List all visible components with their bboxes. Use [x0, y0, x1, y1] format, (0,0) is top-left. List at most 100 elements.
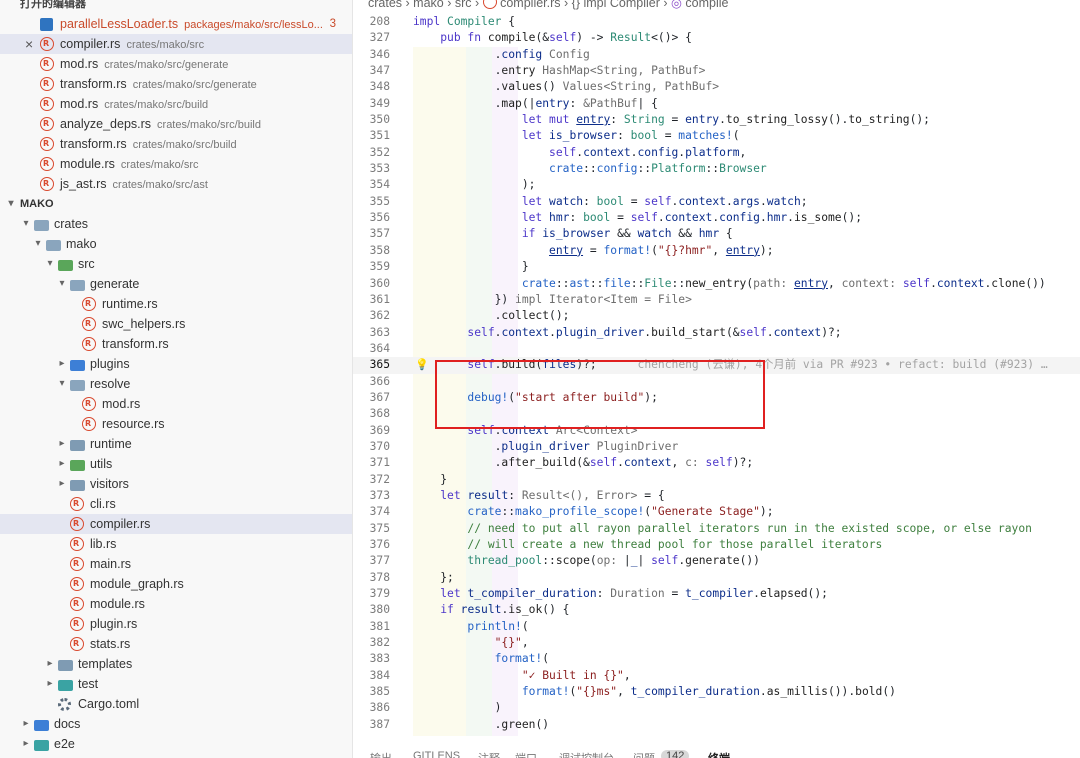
- code-line[interactable]: 376 // will create a new thread pool for…: [353, 537, 1080, 553]
- tree-item-main-rs[interactable]: main.rs: [0, 554, 352, 574]
- open-editor-item[interactable]: × compiler.rs crates/mako/src: [0, 34, 352, 54]
- tree-item-compiler-rs[interactable]: compiler.rs: [0, 514, 352, 534]
- open-editor-item[interactable]: js_ast.rs crates/mako/src/ast: [0, 174, 352, 194]
- tree-item-resolve[interactable]: ▾ resolve: [0, 374, 352, 394]
- breadcrumb-file[interactable]: compiler.rs: [500, 0, 560, 10]
- code-line[interactable]: 346 .config Config: [353, 47, 1080, 63]
- tree-item-plugins[interactable]: ▸ plugins: [0, 354, 352, 374]
- open-editor-item[interactable]: module.rs crates/mako/src: [0, 154, 352, 174]
- breadcrumb-crates[interactable]: crates: [368, 0, 402, 10]
- explorer-section-mako[interactable]: ▾ MAKO: [0, 194, 352, 214]
- breadcrumb[interactable]: crates › mako › src › compiler.rs › {} i…: [368, 0, 728, 10]
- code-line[interactable]: 384 "✓ Built in {}",: [353, 668, 1080, 684]
- code-line[interactable]: 361 }) impl Iterator<Item = File>: [353, 292, 1080, 308]
- tree-item-docs[interactable]: ▸ docs: [0, 714, 352, 734]
- chevron-down-icon[interactable]: ▾: [56, 374, 68, 394]
- code-line[interactable]: 357 if is_browser && watch && hmr {: [353, 226, 1080, 242]
- code-line[interactable]: 348 .values() Values<String, PathBuf>: [353, 79, 1080, 95]
- code-line[interactable]: 352 self.context.config.platform,: [353, 145, 1080, 161]
- code-line[interactable]: 349 .map(|entry: &PathBuf| {: [353, 96, 1080, 112]
- code-line[interactable]: 360 crate::ast::file::File::new_entry(pa…: [353, 276, 1080, 292]
- code-line[interactable]: 380 if result.is_ok() {: [353, 602, 1080, 618]
- panel-tab[interactable]: 终端: [708, 750, 730, 758]
- code-line[interactable]: 373 let result: Result<(), Error> = {: [353, 488, 1080, 504]
- panel-tab[interactable]: 注释: [478, 750, 500, 758]
- chevron-down-icon[interactable]: ▾: [56, 274, 68, 294]
- code-line[interactable]: 358 entry = format!("{}?hmr", entry);: [353, 243, 1080, 259]
- tree-item-e2e[interactable]: ▸ e2e: [0, 734, 352, 754]
- code-line[interactable]: 370 .plugin_driver PluginDriver: [353, 439, 1080, 455]
- code-line[interactable]: 347 .entry HashMap<String, PathBuf>: [353, 63, 1080, 79]
- open-editor-item[interactable]: transform.rs crates/mako/src/build: [0, 134, 352, 154]
- chevron-down-icon[interactable]: ▾: [20, 214, 32, 234]
- code-line[interactable]: 353 crate::config::Platform::Browser: [353, 161, 1080, 177]
- tree-item-mod-rs[interactable]: mod.rs: [0, 394, 352, 414]
- chevron-down-icon[interactable]: ▾: [44, 254, 56, 274]
- close-icon[interactable]: ×: [25, 34, 39, 54]
- tree-item-templates[interactable]: ▸ templates: [0, 654, 352, 674]
- panel-tab[interactable]: 输出: [370, 750, 392, 758]
- sticky-scroll-line[interactable]: 208 impl Compiler {: [353, 14, 1080, 31]
- breadcrumb-impl[interactable]: {} impl Compiler: [572, 0, 660, 10]
- code-line[interactable]: 378 };: [353, 570, 1080, 586]
- code-line[interactable]: 374 crate::mako_profile_scope!("Generate…: [353, 504, 1080, 520]
- tree-item-src[interactable]: ▾ src: [0, 254, 352, 274]
- open-editor-item[interactable]: parallelLessLoader.ts packages/mako/src/l…: [0, 14, 352, 34]
- breadcrumb-mako[interactable]: mako: [413, 0, 444, 10]
- tree-item-mako[interactable]: ▾ mako: [0, 234, 352, 254]
- code-line[interactable]: 385 format!("{}ms", t_compiler_duration.…: [353, 684, 1080, 700]
- chevron-right-icon[interactable]: ▸: [56, 474, 68, 494]
- tree-item-module-rs[interactable]: module.rs: [0, 594, 352, 614]
- open-editor-item[interactable]: mod.rs crates/mako/src/build: [0, 94, 352, 114]
- tree-item-test[interactable]: ▸ test: [0, 674, 352, 694]
- code-line[interactable]: 355 let watch: bool = self.context.args.…: [353, 194, 1080, 210]
- panel-tab[interactable]: GITLENS: [413, 750, 460, 758]
- code-line[interactable]: 351 let is_browser: bool = matches!(: [353, 128, 1080, 144]
- tree-item-stats-rs[interactable]: stats.rs: [0, 634, 352, 654]
- code-line[interactable]: 386 ): [353, 700, 1080, 716]
- chevron-right-icon[interactable]: ▸: [56, 454, 68, 474]
- code-line[interactable]: 372 }: [353, 472, 1080, 488]
- sticky-scroll-line[interactable]: 327 pub fn compile(&self) -> Result<()> …: [353, 30, 1080, 47]
- code-line[interactable]: 363 self.context.plugin_driver.build_sta…: [353, 325, 1080, 341]
- code-line[interactable]: 371 .after_build(&self.context, c: self)…: [353, 455, 1080, 471]
- chevron-right-icon[interactable]: ▸: [56, 354, 68, 374]
- tree-item-plugin-rs[interactable]: plugin.rs: [0, 614, 352, 634]
- tree-item-cargo-toml[interactable]: Cargo.toml: [0, 694, 352, 714]
- panel-tab[interactable]: 端口: [515, 750, 537, 758]
- code-line[interactable]: 354 );: [353, 177, 1080, 193]
- code-line[interactable]: 362 .collect();: [353, 308, 1080, 324]
- chevron-right-icon[interactable]: ▸: [44, 654, 56, 674]
- chevron-down-icon[interactable]: ▾: [32, 234, 44, 254]
- code-line[interactable]: 356 let hmr: bool = self.context.config.…: [353, 210, 1080, 226]
- code-line[interactable]: 387 .green(): [353, 717, 1080, 733]
- code-line[interactable]: 379 let t_compiler_duration: Duration = …: [353, 586, 1080, 602]
- chevron-right-icon[interactable]: ▸: [20, 734, 32, 754]
- code-line[interactable]: 383 format!(: [353, 651, 1080, 667]
- open-editor-item[interactable]: analyze_deps.rs crates/mako/src/build: [0, 114, 352, 134]
- open-editor-item[interactable]: mod.rs crates/mako/src/generate: [0, 54, 352, 74]
- breadcrumb-method[interactable]: compile: [685, 0, 728, 10]
- breadcrumb-src[interactable]: src: [455, 0, 472, 10]
- code-line[interactable]: 375 // need to put all rayon parallel it…: [353, 521, 1080, 537]
- tree-item-cli-rs[interactable]: cli.rs: [0, 494, 352, 514]
- panel-tab[interactable]: 问题: [633, 750, 655, 758]
- chevron-right-icon[interactable]: ▸: [56, 434, 68, 454]
- open-editors-header[interactable]: 打开的编辑器: [0, 0, 352, 14]
- tree-item-swc-helpers-rs[interactable]: swc_helpers.rs: [0, 314, 352, 334]
- tree-item-runtime-rs[interactable]: runtime.rs: [0, 294, 352, 314]
- code-line[interactable]: 350 let mut entry: String = entry.to_str…: [353, 112, 1080, 128]
- tree-item-runtime[interactable]: ▸ runtime: [0, 434, 352, 454]
- tree-item-generate[interactable]: ▾ generate: [0, 274, 352, 294]
- tree-item-visitors[interactable]: ▸ visitors: [0, 474, 352, 494]
- code-line[interactable]: 381 println!(: [353, 619, 1080, 635]
- chevron-right-icon[interactable]: ▸: [44, 674, 56, 694]
- chevron-right-icon[interactable]: ▸: [20, 714, 32, 734]
- tree-item-resource-rs[interactable]: resource.rs: [0, 414, 352, 434]
- panel-tab[interactable]: 调试控制台: [559, 750, 614, 758]
- tree-item-module-graph-rs[interactable]: module_graph.rs: [0, 574, 352, 594]
- tree-item-transform-rs[interactable]: transform.rs: [0, 334, 352, 354]
- tree-item-utils[interactable]: ▸ utils: [0, 454, 352, 474]
- code-line[interactable]: 382 "{}",: [353, 635, 1080, 651]
- code-line[interactable]: 364: [353, 341, 1080, 357]
